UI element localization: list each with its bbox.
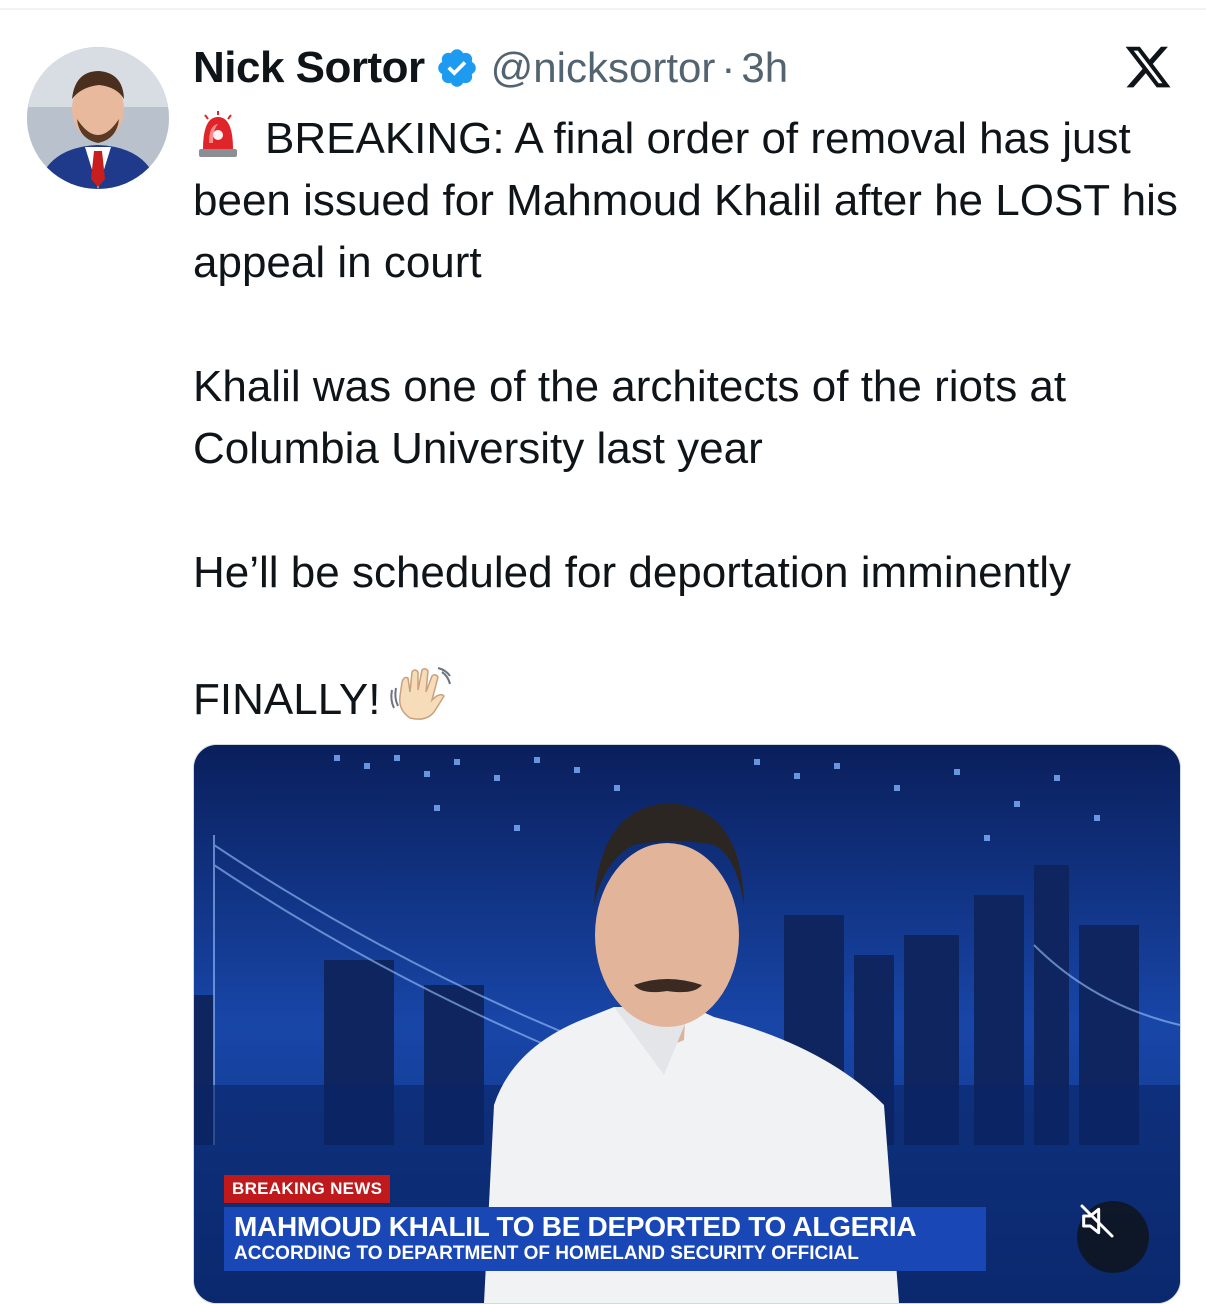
paragraph-2: Khalil was one of the architects of the … — [193, 362, 1067, 473]
separator-dot: · — [721, 44, 736, 91]
police-light-emoji-icon — [199, 111, 237, 157]
author-handle[interactable]: @nicksortor — [491, 44, 716, 92]
paragraph-3: He’ll be scheduled for deportation immin… — [193, 548, 1072, 597]
lower-third: BREAKING NEWS MAHMOUD KHALIL TO BE DEPOR… — [224, 1175, 986, 1271]
paragraph-1: BREAKING: A final order of removal has j… — [193, 108, 1183, 294]
top-divider — [0, 8, 1206, 10]
paragraph-4: FINALLY! — [193, 666, 1183, 731]
avatar[interactable] — [27, 47, 169, 189]
waving-hand-emoji-icon — [390, 667, 452, 720]
banner-headline: MAHMOUD KHALIL TO BE DEPORTED TO ALGERIA — [234, 1211, 917, 1242]
tweet-text: BREAKING: A final order of removal has j… — [193, 108, 1183, 731]
news-banner: MAHMOUD KHALIL TO BE DEPORTED TO ALGERIA… — [224, 1207, 986, 1271]
paragraph-4-text: FINALLY! — [193, 675, 381, 724]
author-name[interactable]: Nick Sortor — [193, 43, 425, 93]
video-player[interactable]: BREAKING NEWS MAHMOUD KHALIL TO BE DEPOR… — [193, 744, 1181, 1304]
timestamp[interactable]: 3h — [741, 44, 788, 92]
speaker-muted-icon — [1080, 1204, 1114, 1238]
banner-subline: ACCORDING TO DEPARTMENT OF HOMELAND SECU… — [234, 1243, 859, 1264]
paragraph-1-text: BREAKING: A final order of removal has j… — [193, 114, 1178, 287]
x-logo-icon — [1125, 46, 1171, 88]
verified-badge-icon — [437, 49, 476, 87]
mute-button[interactable] — [1077, 1201, 1149, 1273]
breaking-news-tag: BREAKING NEWS — [224, 1175, 391, 1203]
tweet-header: Nick Sortor @nicksortor · 3h — [193, 42, 788, 94]
